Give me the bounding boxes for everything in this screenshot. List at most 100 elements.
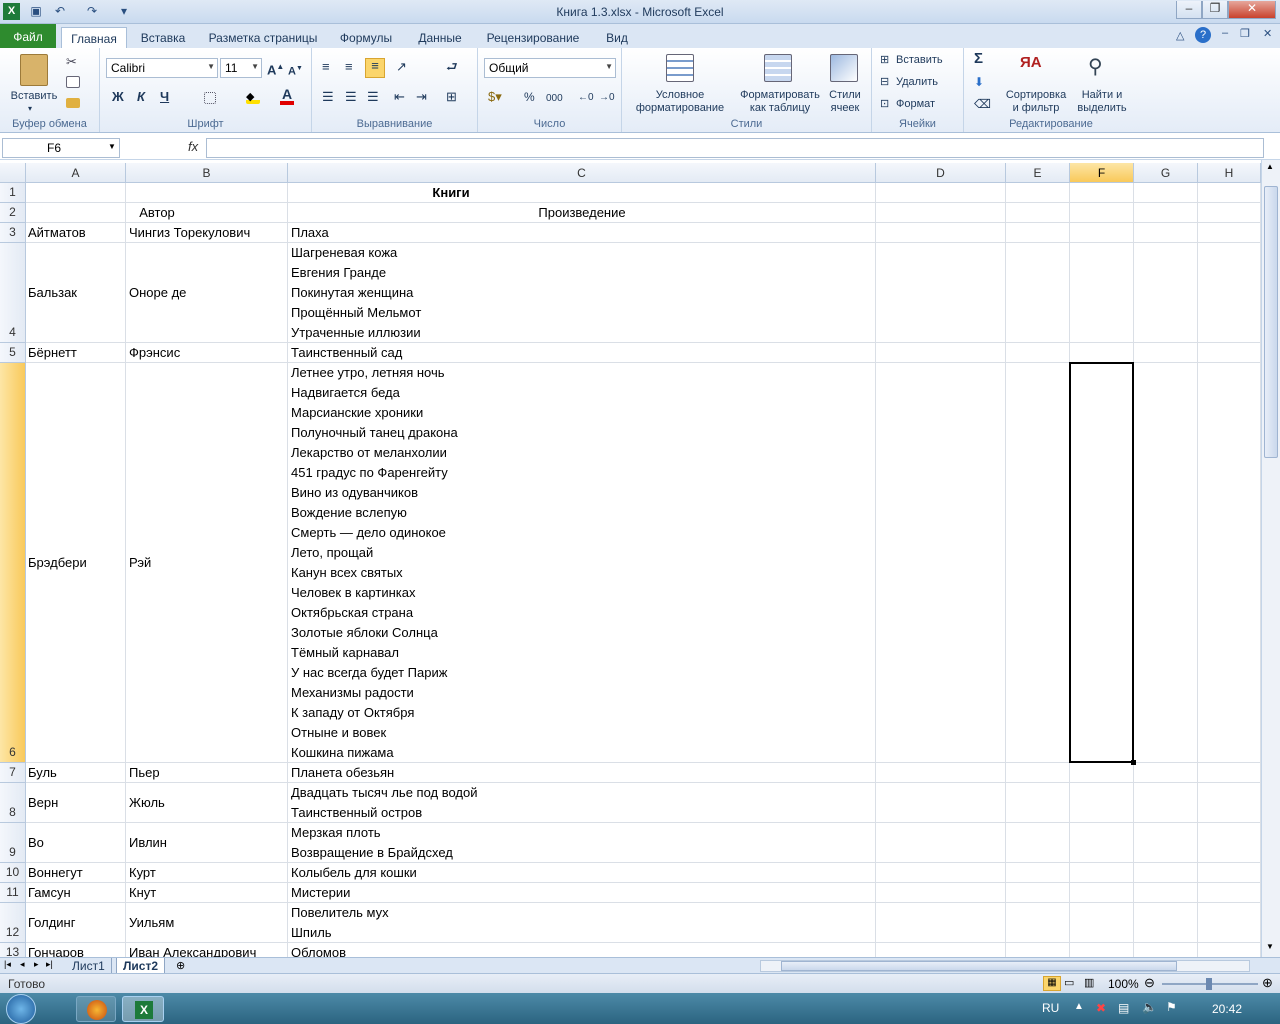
- row-header-1[interactable]: 1: [0, 183, 26, 203]
- column-header-f[interactable]: F: [1070, 163, 1134, 183]
- cell-c6-work[interactable]: Человек в картинках: [291, 583, 415, 603]
- cell-b2-author-header[interactable]: Автор: [26, 203, 288, 223]
- delete-cells-button[interactable]: Удалить: [896, 76, 938, 89]
- font-size-combo[interactable]: 11 ▼: [220, 58, 262, 78]
- cell-c6-work[interactable]: Лекарство от меланхолии: [291, 443, 447, 463]
- column-header-e[interactable]: E: [1006, 163, 1070, 183]
- row-header-6[interactable]: 6: [0, 363, 26, 763]
- row-header-3[interactable]: 3: [0, 223, 26, 243]
- align-middle-icon[interactable]: ≡: [345, 60, 353, 73]
- select-all-corner[interactable]: [0, 163, 26, 183]
- fill-icon[interactable]: ⬇: [974, 76, 984, 89]
- paste-icon[interactable]: [20, 54, 48, 86]
- language-indicator[interactable]: RU: [1042, 1001, 1059, 1015]
- sheet-nav-last-icon[interactable]: ▸|: [46, 959, 53, 970]
- taskbar-firefox-icon[interactable]: [76, 996, 116, 1022]
- column-header-d[interactable]: D: [876, 163, 1006, 183]
- tab-data[interactable]: Данные: [409, 27, 471, 48]
- cell-a11-surname[interactable]: Гамсун: [28, 883, 71, 903]
- cell-c6-work[interactable]: Механизмы радости: [291, 683, 414, 703]
- increase-indent-icon[interactable]: ⇥: [416, 90, 427, 103]
- cell-b10-name[interactable]: Курт: [129, 863, 156, 883]
- cell-styles-button[interactable]: Стили ячеек: [825, 89, 865, 115]
- tab-file[interactable]: Файл: [0, 24, 56, 48]
- currency-icon[interactable]: $▾: [488, 90, 502, 103]
- row-header-2[interactable]: 2: [0, 203, 26, 223]
- cell-c6-work[interactable]: Марсианские хроники: [291, 403, 423, 423]
- tab-insert[interactable]: Вставка: [134, 27, 192, 48]
- row-header-4[interactable]: 4: [0, 243, 26, 343]
- row-header-10[interactable]: 10: [0, 863, 26, 883]
- cell-c6-work[interactable]: Лето, прощай: [291, 543, 373, 563]
- thousands-button[interactable]: 000: [546, 92, 563, 105]
- paste-button[interactable]: Вставить: [4, 90, 64, 103]
- tab-page-layout[interactable]: Разметка страницы: [203, 27, 323, 48]
- row-header-7[interactable]: 7: [0, 763, 26, 783]
- volume-icon[interactable]: 🔈: [1142, 1000, 1157, 1014]
- cell-styles-icon[interactable]: [830, 54, 858, 82]
- wrap-text-icon[interactable]: ⮐: [446, 60, 458, 73]
- cell-b9-name[interactable]: Ивлин: [129, 833, 167, 853]
- format-as-table-button[interactable]: Форматировать как таблицу: [734, 89, 826, 115]
- clock[interactable]: 20:42: [1212, 1002, 1242, 1016]
- cell-c6-work[interactable]: Вождение вслепую: [291, 503, 407, 523]
- copy-icon[interactable]: [66, 76, 80, 88]
- cell-c3-work[interactable]: Плаха: [291, 223, 329, 243]
- sheet-nav-prev-icon[interactable]: ◂: [20, 959, 25, 970]
- normal-view-icon[interactable]: ▦: [1043, 976, 1061, 991]
- name-box[interactable]: F6: [2, 138, 120, 158]
- insert-cells-button[interactable]: Вставить: [896, 54, 943, 67]
- cut-icon[interactable]: ✂: [66, 54, 77, 70]
- cell-b11-name[interactable]: Кнут: [129, 883, 156, 903]
- cell-c12-work[interactable]: Шпиль: [291, 923, 332, 943]
- cell-a10-surname[interactable]: Воннегут: [28, 863, 83, 883]
- zoom-level[interactable]: 100%: [1108, 977, 1139, 991]
- active-cell-selection[interactable]: [1069, 362, 1134, 763]
- start-button-icon[interactable]: [6, 994, 36, 1024]
- cell-b12-name[interactable]: Уильям: [129, 913, 174, 933]
- column-header-h[interactable]: H: [1198, 163, 1261, 183]
- help-icon[interactable]: ?: [1195, 27, 1211, 43]
- network-icon[interactable]: ▤: [1118, 1001, 1129, 1015]
- cell-a3-surname[interactable]: Айтматов: [28, 223, 86, 243]
- formula-input[interactable]: [206, 138, 1264, 158]
- cell-a5-surname[interactable]: Бёрнетт: [28, 343, 77, 363]
- tab-home[interactable]: Главная: [61, 27, 127, 48]
- cell-c4-work[interactable]: Прощённый Мельмот: [291, 303, 421, 323]
- cell-c6-work[interactable]: Вино из одуванчиков: [291, 483, 418, 503]
- find-select-icon[interactable]: ⚲: [1088, 54, 1114, 80]
- cell-c6-work[interactable]: К западу от Октября: [291, 703, 414, 723]
- zoom-in-icon[interactable]: ⊕: [1262, 975, 1273, 991]
- format-as-table-icon[interactable]: [764, 54, 792, 82]
- new-sheet-icon[interactable]: ⊕: [176, 959, 185, 972]
- insert-function-icon[interactable]: fx: [188, 139, 198, 154]
- cell-c6-work[interactable]: Отныне и вовек: [291, 723, 386, 743]
- action-center-icon[interactable]: ✖: [1096, 1001, 1106, 1015]
- row-header-8[interactable]: 8: [0, 783, 26, 823]
- close-button[interactable]: ✕: [1228, 1, 1276, 19]
- cell-a7-surname[interactable]: Буль: [28, 763, 57, 783]
- zoom-out-icon[interactable]: ⊖: [1144, 975, 1155, 991]
- cell-c4-work[interactable]: Шагреневая кожа: [291, 243, 397, 263]
- column-header-b[interactable]: B: [126, 163, 288, 183]
- sheet-nav-first-icon[interactable]: |◂: [4, 959, 11, 970]
- sheet-tab-2[interactable]: Лист2: [116, 958, 166, 974]
- scroll-thumb[interactable]: [1264, 186, 1278, 458]
- increase-decimal-icon[interactable]: ←0: [578, 91, 594, 104]
- cell-a4-surname[interactable]: Бальзак: [28, 283, 77, 303]
- cell-b5-name[interactable]: Фрэнсис: [129, 343, 180, 363]
- cell-c6-work[interactable]: Смерть — дело одинокое: [291, 523, 446, 543]
- cell-c2-works-header[interactable]: Произведение: [288, 203, 876, 223]
- find-select-button[interactable]: Найти и выделить: [1070, 89, 1134, 115]
- scroll-down-icon[interactable]: ▼: [1266, 942, 1274, 951]
- decrease-decimal-icon[interactable]: →0: [599, 91, 615, 104]
- conditional-formatting-icon[interactable]: [666, 54, 694, 82]
- cell-c9-work[interactable]: Мерзкая плоть: [291, 823, 381, 843]
- sort-filter-button[interactable]: Сортировка и фильтр: [1002, 89, 1070, 115]
- cell-c11-work[interactable]: Мистерии: [291, 883, 350, 903]
- shrink-font-icon[interactable]: A▼: [288, 62, 303, 79]
- cell-c6-work[interactable]: Полуночный танец дракона: [291, 423, 458, 443]
- align-right-icon[interactable]: ☰: [367, 90, 379, 103]
- sheet-tab-1[interactable]: Лист1: [66, 958, 112, 974]
- font-name-combo[interactable]: Calibri ▼: [106, 58, 218, 78]
